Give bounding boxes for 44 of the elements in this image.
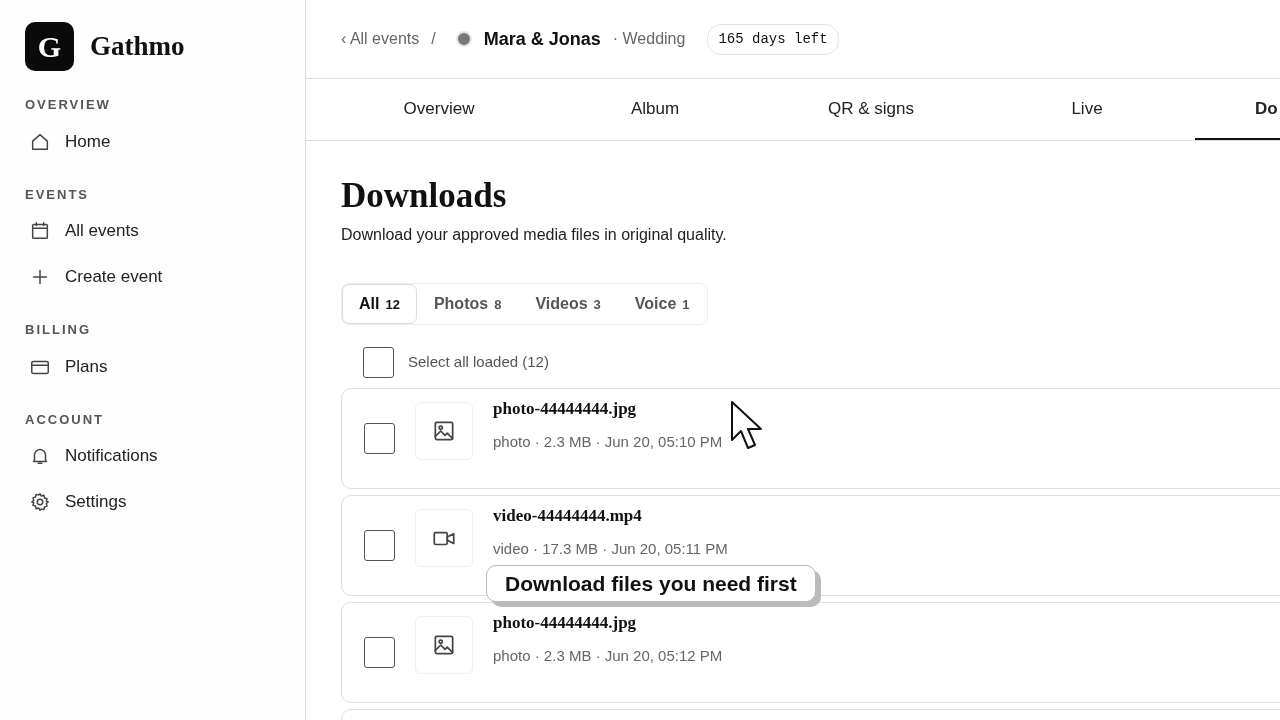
- sidebar-item[interactable]: Plans: [25, 343, 280, 390]
- page-subtitle: Download your approved media files in original quality.: [341, 225, 728, 245]
- checkbox[interactable]: [364, 637, 395, 668]
- file-name: video-44444444.mp4: [493, 504, 643, 527]
- event-type: · Wedding: [612, 29, 686, 49]
- days-left-badge: 165 days left: [707, 23, 839, 55]
- tab[interactable]: Live: [979, 79, 1195, 140]
- section-heading: BILLING: [25, 321, 92, 339]
- sidebar-item[interactable]: All events: [25, 208, 280, 254]
- image-icon: [431, 632, 457, 658]
- logo-icon: G: [25, 22, 74, 71]
- back-link[interactable]: ‹ All events: [341, 27, 420, 51]
- calendar-icon: [29, 220, 51, 242]
- tab[interactable]: QR & signs: [763, 79, 979, 140]
- section-heading: ACCOUNT: [25, 410, 105, 429]
- select-all-label: Select all loaded (12): [408, 352, 549, 373]
- file-name: photo-44444444.jpg: [493, 397, 638, 420]
- checkbox[interactable]: [363, 347, 394, 378]
- brand-name: Gathmo: [90, 30, 185, 64]
- checkbox[interactable]: [364, 530, 395, 561]
- filter-tab[interactable]: Photos 8: [416, 284, 519, 324]
- page-title: Downloads: [341, 175, 508, 217]
- file-meta: photo · 2.3 MB · Jun 20, 05:10 PM: [493, 432, 723, 452]
- settings-icon: [29, 491, 51, 513]
- filter-tab[interactable]: All 12: [342, 284, 417, 324]
- event-name: Mara & Jonas: [483, 27, 601, 51]
- breadcrumb-separator: /: [431, 29, 436, 49]
- filter-tab[interactable]: Videos 3: [518, 284, 618, 324]
- sidebar-item[interactable]: Notifications: [25, 433, 280, 479]
- sidebar-item[interactable]: Settings: [25, 479, 280, 525]
- checkbox[interactable]: [364, 423, 395, 454]
- image-icon: [431, 418, 457, 444]
- tab[interactable]: Do: [1195, 79, 1280, 140]
- section-heading: EVENTS: [25, 185, 90, 204]
- section-heading: OVERVIEW: [25, 96, 112, 114]
- tab[interactable]: Overview: [331, 79, 547, 140]
- file-meta: photo · 2.3 MB · Jun 20, 05:12 PM: [493, 646, 723, 666]
- file-meta: video · 17.3 MB · Jun 20, 05:11 PM: [493, 539, 728, 559]
- sidebar-item[interactable]: Home: [25, 118, 280, 165]
- sidebar-item[interactable]: Create event: [25, 254, 280, 300]
- file-name: photo-44444444.jpg: [493, 611, 638, 634]
- tab[interactable]: Album: [547, 79, 763, 140]
- event-dot: [455, 31, 472, 47]
- filter-tab[interactable]: Voice 1: [617, 284, 707, 324]
